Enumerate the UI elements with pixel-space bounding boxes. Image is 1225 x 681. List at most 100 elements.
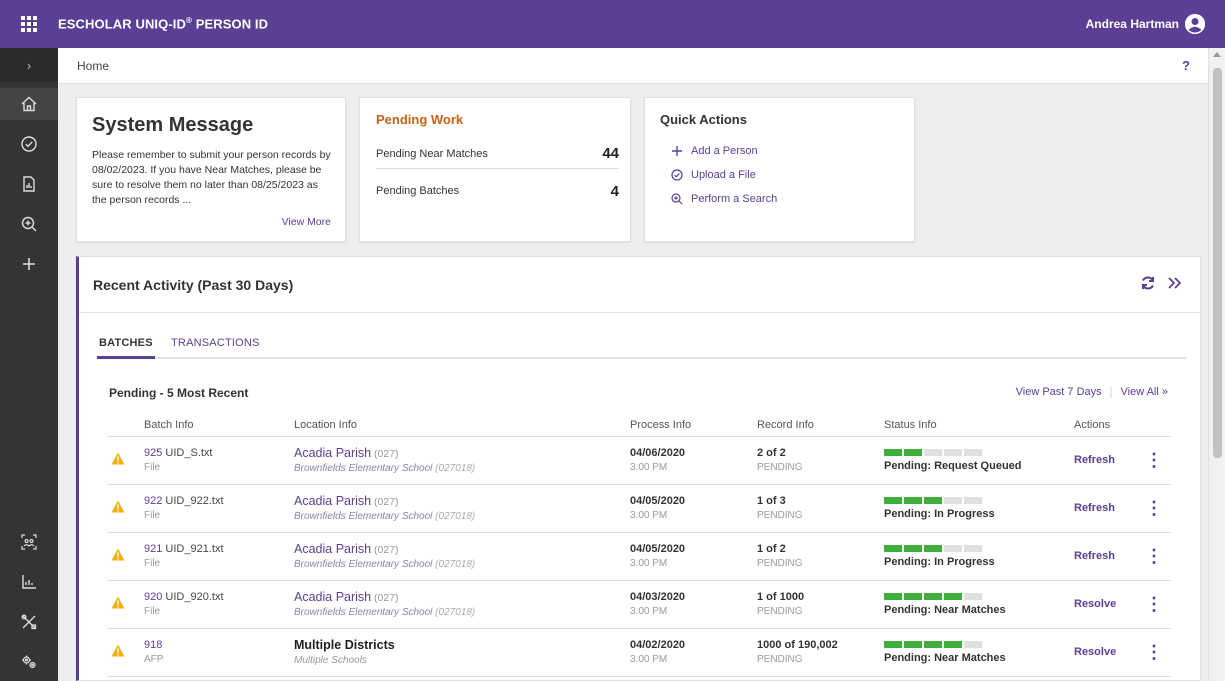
school-name: Brownfields Elementary School (027018) — [294, 607, 476, 618]
kebab-menu-icon[interactable]: ⋮ — [1145, 451, 1163, 469]
kebab-menu-icon[interactable]: ⋮ — [1145, 595, 1163, 613]
status-text: Pending: In Progress — [884, 507, 995, 520]
column-header: Process Info — [630, 414, 757, 437]
refresh-icon[interactable] — [1140, 275, 1156, 291]
progress-segment — [884, 592, 902, 600]
table-row[interactable]: 922 UID_922.txt File Acadia Parish (027) Br… — [107, 484, 1171, 533]
district-name[interactable]: Acadia Parish (027) — [294, 446, 630, 460]
batch-file: UID_921.txt — [162, 543, 224, 555]
column-header: Actions — [1074, 414, 1171, 437]
district-name[interactable]: Acadia Parish (027) — [294, 542, 630, 556]
chevron-right-icon[interactable]: › — [0, 48, 58, 82]
pending-work-card: Pending Work Pending Near Matches 44 Pen… — [359, 97, 631, 242]
page-scrollbar[interactable] — [1208, 48, 1225, 681]
view-all-link[interactable]: View All » — [1121, 386, 1169, 398]
batch-type: File — [144, 558, 161, 569]
pending-batches-row[interactable]: Pending Batches 4 — [376, 176, 619, 206]
progress-segment — [964, 496, 982, 504]
batch-id[interactable]: 922 — [144, 495, 162, 507]
progress-segment — [944, 496, 962, 504]
record-count: 1 of 3 — [757, 495, 786, 507]
view-more-link[interactable]: View More — [282, 216, 331, 228]
process-date: 04/05/2020 — [630, 543, 686, 555]
scroll-up-arrow-icon[interactable] — [1213, 52, 1221, 57]
batch-id[interactable]: 921 — [144, 543, 162, 555]
progress-segment — [884, 448, 902, 456]
recent-activity-title: Recent Activity (Past 30 Days) — [93, 277, 294, 293]
scrollbar-thumb[interactable] — [1213, 68, 1222, 458]
help-button[interactable]: ? — [1182, 58, 1190, 73]
double-chevron-right-icon[interactable] — [1166, 275, 1182, 291]
record-count: 2 of 2 — [757, 447, 786, 459]
process-date: 04/05/2020 — [630, 495, 686, 507]
batch-id[interactable]: 918 — [144, 639, 162, 651]
batch-id[interactable]: 925 — [144, 447, 162, 459]
progress-segment — [964, 640, 982, 648]
add-person-action[interactable]: Add a Person — [671, 145, 758, 157]
batch-type: File — [144, 462, 161, 473]
system-message-title: System Message — [92, 114, 254, 136]
district-name[interactable]: Acadia Parish (027) — [294, 494, 630, 508]
table-row[interactable]: 921 UID_921.txt File Acadia Parish (027) Br… — [107, 532, 1171, 581]
breadcrumb-home[interactable]: Home — [77, 59, 109, 73]
report-icon[interactable] — [0, 168, 58, 200]
quick-action-label: Add a Person — [691, 145, 758, 157]
row-action-button[interactable]: Resolve — [1074, 646, 1116, 658]
warning-icon — [111, 644, 125, 657]
record-count: 1 of 2 — [757, 543, 786, 555]
home-icon[interactable] — [0, 88, 58, 120]
search-zoom-icon[interactable] — [0, 208, 58, 240]
top-bar: ESCHOLAR UNIQ-ID® PERSON ID Andrea Hartm… — [0, 0, 1225, 48]
column-header: Record Info — [757, 414, 884, 437]
record-count: 1000 of 190,002 — [757, 639, 838, 651]
user-avatar-icon — [1185, 14, 1205, 34]
kebab-menu-icon[interactable]: ⋮ — [1145, 547, 1163, 565]
tools-icon[interactable] — [0, 606, 58, 638]
batch-info[interactable]: 918 — [144, 639, 294, 651]
upload-file-action[interactable]: Upload a File — [671, 169, 756, 181]
row-action-button[interactable]: Refresh — [1074, 550, 1115, 562]
pending-near-matches-row[interactable]: Pending Near Matches 44 — [376, 139, 619, 169]
settings-gears-icon[interactable] — [0, 646, 58, 678]
tab-batches[interactable]: BATCHES — [97, 337, 155, 359]
view-past-7-days-link[interactable]: View Past 7 Days — [1016, 386, 1102, 398]
warning-column-header — [107, 414, 144, 437]
school-name: Brownfields Elementary School (027018) — [294, 511, 476, 522]
status-text: Pending: Request Queued — [884, 459, 1022, 472]
process-date: 04/03/2020 — [630, 591, 686, 603]
batch-info[interactable]: 920 UID_920.txt — [144, 591, 294, 603]
check-circle-icon[interactable] — [0, 128, 58, 160]
kebab-menu-icon[interactable]: ⋮ — [1145, 643, 1163, 661]
batch-id[interactable]: 920 — [144, 591, 162, 603]
kebab-menu-icon[interactable]: ⋮ — [1145, 499, 1163, 517]
progress-segment — [884, 544, 902, 552]
tab-transactions[interactable]: TRANSACTIONS — [171, 337, 260, 349]
batch-info[interactable]: 921 UID_921.txt — [144, 543, 294, 555]
people-group-icon[interactable] — [0, 526, 58, 558]
progress-bar — [884, 448, 1074, 456]
progress-segment — [944, 592, 962, 600]
table-row[interactable]: 918 AFP Multiple Districts Multiple Schools… — [107, 628, 1171, 677]
table-row[interactable]: 920 UID_920.txt File Acadia Parish (027) Br… — [107, 580, 1171, 629]
system-message-body: Please remember to submit your person re… — [92, 149, 331, 206]
table-row[interactable]: 925 UID_S.txt File Acadia Parish (027) Brow… — [107, 436, 1171, 485]
row-action-button[interactable]: Refresh — [1074, 454, 1115, 466]
record-status: PENDING — [757, 510, 803, 521]
plus-icon[interactable] — [0, 248, 58, 280]
batch-info[interactable]: 922 UID_922.txt — [144, 495, 294, 507]
progress-segment — [904, 592, 922, 600]
chart-icon[interactable] — [0, 566, 58, 598]
perform-search-action[interactable]: Perform a Search — [671, 193, 777, 205]
district-name[interactable]: Acadia Parish (027) — [294, 590, 630, 604]
batch-info[interactable]: 925 UID_S.txt — [144, 447, 294, 459]
process-time: 3:00 PM — [630, 462, 668, 473]
system-message-card: System Message Please remember to submit… — [76, 97, 346, 242]
warning-icon — [111, 548, 125, 561]
row-action-button[interactable]: Refresh — [1074, 502, 1115, 514]
district-name: Multiple Districts — [294, 638, 395, 652]
user-menu[interactable]: Andrea Hartman — [1086, 0, 1205, 48]
batch-type: File — [144, 606, 161, 617]
app-grid-icon[interactable] — [0, 0, 58, 48]
row-action-button[interactable]: Resolve — [1074, 598, 1116, 610]
progress-segment — [944, 640, 962, 648]
